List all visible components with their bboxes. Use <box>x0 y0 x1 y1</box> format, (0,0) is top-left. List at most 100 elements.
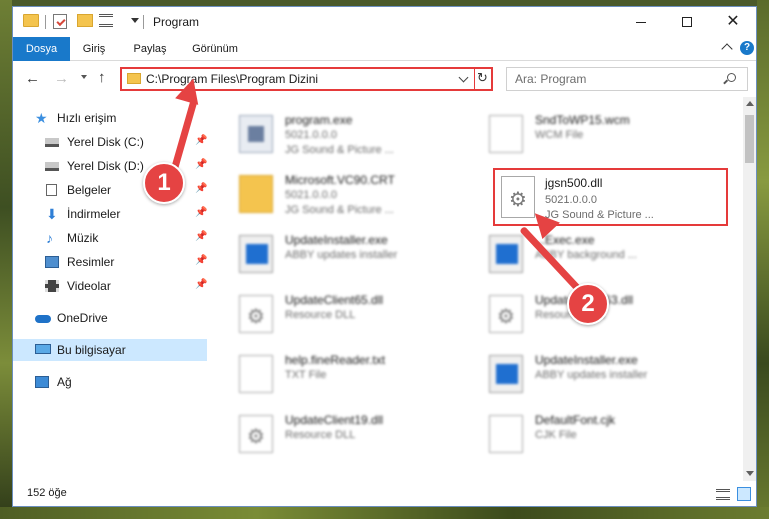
sidebar-item-pictures[interactable]: Resimler 📌 <box>13 251 207 273</box>
scroll-up-icon[interactable] <box>746 101 754 106</box>
pin-icon[interactable]: 📌 <box>195 183 207 194</box>
refresh-icon[interactable]: ↻ <box>477 70 488 86</box>
sidebar-item-music[interactable]: ♪ Müzik 📌 <box>13 227 207 249</box>
forward-arrow-icon[interactable]: → <box>54 70 69 87</box>
pin-icon[interactable]: 📌 <box>195 207 207 218</box>
scroll-thumb[interactable] <box>745 115 754 163</box>
file-version: ABBY updates installer <box>285 249 398 261</box>
close-button[interactable]: ✕ <box>710 7 756 37</box>
vertical-scrollbar[interactable] <box>743 97 756 481</box>
star-icon: ★ <box>35 110 48 126</box>
up-arrow-icon[interactable]: ↑ <box>98 69 106 86</box>
file-name: program.exe <box>285 113 353 127</box>
search-input[interactable]: Ara: Program <box>506 67 748 91</box>
properties-icon[interactable] <box>53 14 67 29</box>
installer-icon <box>239 235 273 273</box>
pictures-icon <box>45 256 59 268</box>
file-item[interactable]: UpdateInstaller.exe ABBY updates install… <box>479 347 719 403</box>
address-bar[interactable]: C:\Program Files\Program Dizini ↻ <box>120 67 493 91</box>
highlighted-dll-file[interactable]: ⚙ jgsn500.dll 5021.0.0.0 JG Sound & Pict… <box>493 168 728 226</box>
step-marker-1: 1 <box>143 162 185 204</box>
file-name: Microsoft.VC90.CRT <box>285 173 395 187</box>
address-divider <box>474 69 475 89</box>
file-item[interactable]: ...Exec.exe ABBY background ... <box>479 227 719 283</box>
back-arrow-icon[interactable]: ← <box>25 70 40 87</box>
sidebar-item-label: Videolar <box>67 279 111 293</box>
details-view-icon[interactable] <box>716 489 730 500</box>
minimize-icon <box>636 21 646 23</box>
file-item[interactable]: Microsoft.VC90.CRT 5021.0.0.0 JG Sound &… <box>229 167 469 223</box>
file-version: Resource DLL <box>285 309 356 321</box>
tab-view[interactable]: Görünüm <box>191 37 239 61</box>
gear-file-icon: ⚙ <box>501 176 535 218</box>
new-folder-icon[interactable] <box>77 14 93 27</box>
recent-locations-icon[interactable] <box>81 75 87 79</box>
file-icon <box>239 355 273 393</box>
search-placeholder: Ara: Program <box>515 72 587 86</box>
chevron-down-icon[interactable] <box>458 72 469 83</box>
download-icon: ⬇ <box>46 206 58 222</box>
file-item[interactable]: SndToWP15.wcm WCM File <box>479 107 719 163</box>
search-icon[interactable] <box>727 73 736 82</box>
pin-icon[interactable]: 📌 <box>195 159 207 170</box>
sidebar-item-this-pc[interactable]: Bu bilgisayar <box>13 339 207 361</box>
gear-icon: ⚙ <box>509 189 527 211</box>
file-version: WCM File <box>535 129 584 141</box>
view-icon[interactable] <box>99 14 113 27</box>
file-item[interactable]: help.fineReader.txt TXT File <box>229 347 469 403</box>
file-version: CJK File <box>535 429 577 441</box>
sidebar-item-quick-access[interactable]: ★ Hızlı erişim <box>13 107 207 129</box>
gear-file-icon <box>239 295 273 333</box>
file-icon <box>489 115 523 153</box>
pin-icon[interactable]: 📌 <box>195 279 207 290</box>
tab-home[interactable]: Giriş <box>81 37 107 61</box>
pin-icon[interactable]: 📌 <box>195 135 207 146</box>
pin-icon[interactable]: 📌 <box>195 255 207 266</box>
address-path[interactable]: C:\Program Files\Program Dizini <box>146 72 318 86</box>
file-item[interactable]: UpdateInstaller.exe ABBY updates install… <box>229 227 469 283</box>
status-bar: 152 öğe <box>13 481 756 506</box>
installer-icon <box>489 235 523 273</box>
gear-file-icon <box>489 295 523 333</box>
tab-file[interactable]: Dosya <box>13 37 70 61</box>
tab-share[interactable]: Paylaş <box>130 37 170 61</box>
sidebar-item-label: Müzik <box>67 231 99 245</box>
file-item[interactable]: UpdateClient19.dll Resource DLL <box>229 407 469 463</box>
sidebar-item-onedrive[interactable]: OneDrive <box>13 307 207 329</box>
help-icon[interactable]: ? <box>740 41 754 55</box>
file-item[interactable]: program.exe 5021.0.0.0 JG Sound & Pictur… <box>229 107 469 163</box>
file-description: JG Sound & Picture ... <box>545 209 654 221</box>
file-item[interactable]: UpdateClient65.dll Resource DLL <box>229 287 469 343</box>
maximize-button[interactable] <box>664 7 710 37</box>
file-version: 5021.0.0.0 <box>545 194 597 206</box>
sidebar-item-downloads[interactable]: ⬇ İndirmeler 📌 <box>13 203 207 225</box>
computer-icon <box>35 344 51 354</box>
folder-icon <box>239 175 273 213</box>
minimize-button[interactable] <box>618 7 664 37</box>
explorer-window: Program ✕ Dosya Giriş Paylaş Görünüm ? ←… <box>12 6 757 507</box>
drive-icon <box>45 138 59 147</box>
file-version: ABBY updates installer <box>535 369 648 381</box>
sidebar-item-label: Hızlı erişim <box>57 111 117 125</box>
folder-icon <box>127 73 141 84</box>
window-title: Program <box>153 15 200 29</box>
file-item[interactable]: DefaultFont.cjk CJK File <box>479 407 719 463</box>
sidebar-item-network[interactable]: Ağ <box>13 371 207 393</box>
file-description: JG Sound & Picture ... <box>285 144 394 156</box>
file-name: DefaultFont.cjk <box>535 413 616 427</box>
tiles-view-icon[interactable] <box>737 487 751 501</box>
item-count: 152 öğe <box>27 487 67 499</box>
expand-ribbon-icon[interactable] <box>721 43 733 55</box>
sidebar-item-videos[interactable]: Videolar 📌 <box>13 275 207 297</box>
pin-icon[interactable]: 📌 <box>195 231 207 242</box>
file-version: 5021.0.0.0 <box>285 129 337 141</box>
cloud-icon <box>35 315 51 323</box>
ribbon-tabs: Dosya Giriş Paylaş Görünüm ? <box>13 37 756 61</box>
file-name: SndToWP15.wcm <box>535 113 630 127</box>
sidebar-item-label: Yerel Disk (C:) <box>67 135 144 149</box>
close-icon: ✕ <box>726 13 740 30</box>
customize-toolbar-icon[interactable] <box>131 18 139 23</box>
drive-icon <box>45 162 59 171</box>
installer-icon <box>489 355 523 393</box>
scroll-down-icon[interactable] <box>746 471 754 476</box>
